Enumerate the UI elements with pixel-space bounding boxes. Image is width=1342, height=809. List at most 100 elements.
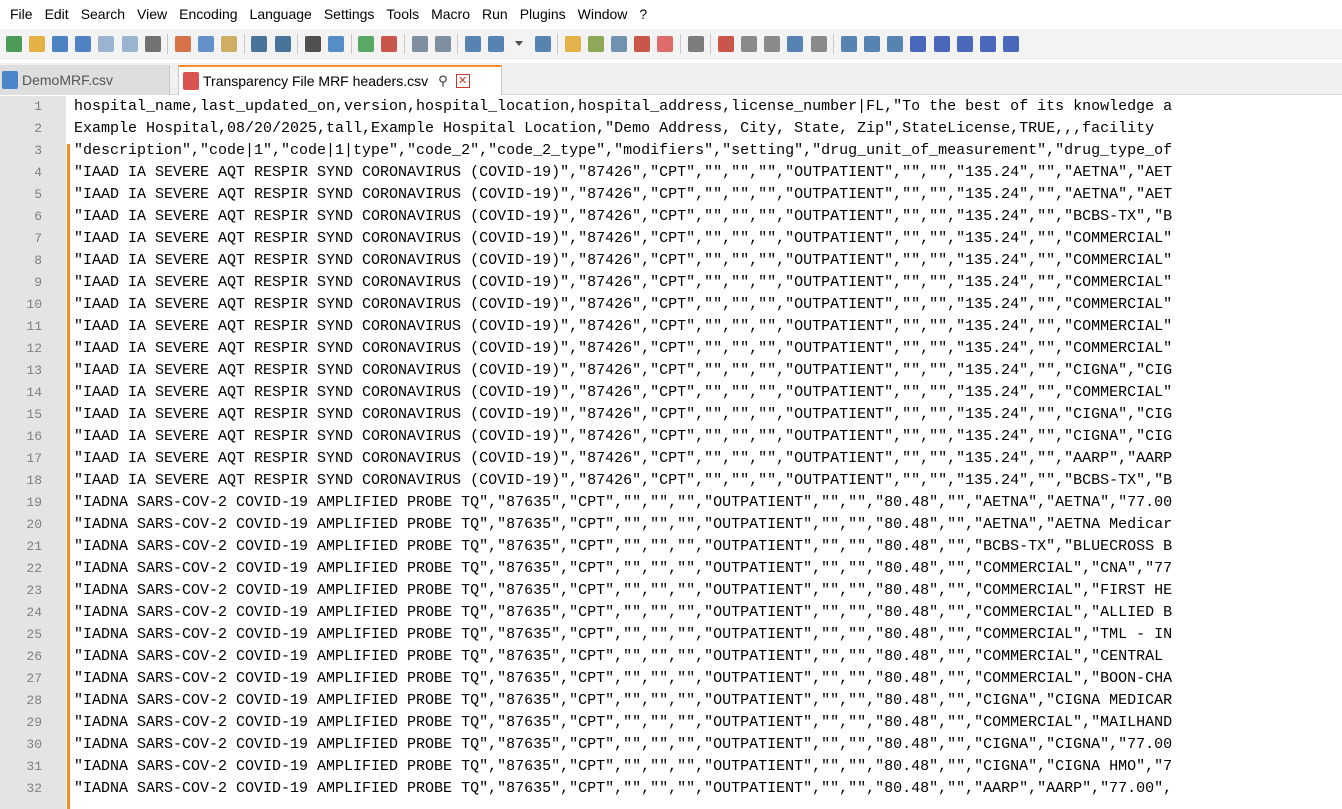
editor-line[interactable]: 11 "IAAD IA SEVERE AQT RESPIR SYND CORONA…	[0, 316, 1342, 338]
editor-line[interactable]: 17 "IAAD IA SEVERE AQT RESPIR SYND CORONA…	[0, 448, 1342, 470]
editor-line[interactable]: 25 "IADNA SARS-COV-2 COVID-19 AMPLIFIED P…	[0, 624, 1342, 646]
menu-plugins[interactable]: Plugins	[514, 0, 572, 28]
copy-button[interactable]	[196, 33, 216, 55]
line-text[interactable]: "IADNA SARS-COV-2 COVID-19 AMPLIFIED PRO…	[74, 734, 1172, 756]
line-text[interactable]: Example Hospital,08/20/2025,tall,Example…	[74, 118, 1154, 140]
menu-encoding[interactable]: Encoding	[173, 0, 243, 28]
new-file-button[interactable]	[4, 33, 24, 55]
pin-icon[interactable]: ⚲	[438, 73, 448, 89]
document-map-button[interactable]	[586, 33, 606, 55]
line-text[interactable]: "description","code|1","code|1|type","co…	[74, 140, 1172, 162]
play-macro-button[interactable]	[762, 33, 782, 55]
editor-area[interactable]: 1 hospital_name,last_updated_on,version,h…	[0, 96, 1342, 809]
editor-line[interactable]: 2 Example Hospital,08/20/2025,tall,Exampl…	[0, 118, 1342, 140]
editor-line[interactable]: 28 "IADNA SARS-COV-2 COVID-19 AMPLIFIED P…	[0, 690, 1342, 712]
up-arrow-button[interactable]	[932, 33, 952, 55]
line-text[interactable]: hospital_name,last_updated_on,version,ho…	[74, 96, 1172, 118]
menu-file[interactable]: File	[4, 0, 39, 28]
line-text[interactable]: "IADNA SARS-COV-2 COVID-19 AMPLIFIED PRO…	[74, 536, 1172, 558]
editor-line[interactable]: 31 "IADNA SARS-COV-2 COVID-19 AMPLIFIED P…	[0, 756, 1342, 778]
line-text[interactable]: "IADNA SARS-COV-2 COVID-19 AMPLIFIED PRO…	[74, 668, 1172, 690]
save-macro-button[interactable]	[809, 33, 829, 55]
line-text[interactable]: "IAAD IA SEVERE AQT RESPIR SYND CORONAVI…	[74, 228, 1172, 250]
user-language-button[interactable]	[563, 33, 583, 55]
line-text[interactable]: "IAAD IA SEVERE AQT RESPIR SYND CORONAVI…	[74, 206, 1172, 228]
cut-button[interactable]	[173, 33, 193, 55]
run-macro-multiple-button[interactable]	[785, 33, 805, 55]
panel-button[interactable]	[1001, 33, 1021, 55]
monitoring-button[interactable]	[686, 33, 706, 55]
editor-line[interactable]: 7 "IAAD IA SEVERE AQT RESPIR SYND CORONAV…	[0, 228, 1342, 250]
redo-button[interactable]	[273, 33, 293, 55]
menu-tools[interactable]: Tools	[380, 0, 425, 28]
menu-language[interactable]: Language	[244, 0, 318, 28]
editor-line[interactable]: 16 "IAAD IA SEVERE AQT RESPIR SYND CORONA…	[0, 426, 1342, 448]
editor-line[interactable]: 21 "IADNA SARS-COV-2 COVID-19 AMPLIFIED P…	[0, 536, 1342, 558]
line-text[interactable]: "IADNA SARS-COV-2 COVID-19 AMPLIFIED PRO…	[74, 690, 1172, 712]
zoom-in-button[interactable]	[356, 33, 376, 55]
editor-line[interactable]: 22 "IADNA SARS-COV-2 COVID-19 AMPLIFIED P…	[0, 558, 1342, 580]
sync-horizontal-button[interactable]	[433, 33, 453, 55]
record-macro-button[interactable]	[716, 33, 736, 55]
line-text[interactable]: "IADNA SARS-COV-2 COVID-19 AMPLIFIED PRO…	[74, 756, 1172, 778]
line-text[interactable]: "IADNA SARS-COV-2 COVID-19 AMPLIFIED PRO…	[74, 514, 1172, 536]
editor-line[interactable]: 32 "IADNA SARS-COV-2 COVID-19 AMPLIFIED P…	[0, 778, 1342, 800]
line-text[interactable]: "IAAD IA SEVERE AQT RESPIR SYND CORONAVI…	[74, 184, 1172, 206]
line-text[interactable]: "IAAD IA SEVERE AQT RESPIR SYND CORONAVI…	[74, 250, 1172, 272]
editor-line[interactable]: 5 "IAAD IA SEVERE AQT RESPIR SYND CORONAV…	[0, 184, 1342, 206]
folder-workspace-button[interactable]	[655, 33, 675, 55]
menu-help[interactable]: ?	[633, 0, 653, 28]
stop-macro-button[interactable]	[739, 33, 759, 55]
close-button[interactable]	[96, 33, 116, 55]
line-text[interactable]: "IADNA SARS-COV-2 COVID-19 AMPLIFIED PRO…	[74, 602, 1172, 624]
tab-transparency-file[interactable]: Transparency File MRF headers.csv ⚲ ✕	[178, 65, 502, 95]
editor-line[interactable]: 12 "IAAD IA SEVERE AQT RESPIR SYND CORONA…	[0, 338, 1342, 360]
line-text[interactable]: "IADNA SARS-COV-2 COVID-19 AMPLIFIED PRO…	[74, 580, 1172, 602]
save-all-button[interactable]	[73, 33, 93, 55]
down-arrow-button[interactable]	[955, 33, 975, 55]
find-button[interactable]	[303, 33, 323, 55]
line-text[interactable]: "IADNA SARS-COV-2 COVID-19 AMPLIFIED PRO…	[74, 646, 1172, 668]
line-text[interactable]: "IADNA SARS-COV-2 COVID-19 AMPLIFIED PRO…	[74, 558, 1172, 580]
menu-run[interactable]: Run	[476, 0, 514, 28]
close-tab-icon[interactable]: ✕	[455, 74, 470, 88]
editor-line[interactable]: 10 "IAAD IA SEVERE AQT RESPIR SYND CORONA…	[0, 294, 1342, 316]
show-all-chars-button[interactable]	[486, 33, 506, 55]
editor-line[interactable]: 26 "IADNA SARS-COV-2 COVID-19 AMPLIFIED P…	[0, 646, 1342, 668]
editor-line[interactable]: 13 "IAAD IA SEVERE AQT RESPIR SYND CORONA…	[0, 360, 1342, 382]
function-list-button[interactable]	[632, 33, 652, 55]
editor-line[interactable]: 20 "IADNA SARS-COV-2 COVID-19 AMPLIFIED P…	[0, 514, 1342, 536]
editor-line[interactable]: 27 "IADNA SARS-COV-2 COVID-19 AMPLIFIED P…	[0, 668, 1342, 690]
editor-line[interactable]: 24 "IADNA SARS-COV-2 COVID-19 AMPLIFIED P…	[0, 602, 1342, 624]
tab-demomrf[interactable]: DemoMRF.csv	[0, 65, 170, 95]
expand-button[interactable]	[978, 33, 998, 55]
line-text[interactable]: "IAAD IA SEVERE AQT RESPIR SYND CORONAVI…	[74, 382, 1172, 404]
undo-button[interactable]	[249, 33, 269, 55]
line-text[interactable]: "IADNA SARS-COV-2 COVID-19 AMPLIFIED PRO…	[74, 778, 1172, 800]
plugin-b-button[interactable]	[862, 33, 882, 55]
line-text[interactable]: "IAAD IA SEVERE AQT RESPIR SYND CORONAVI…	[74, 448, 1172, 470]
plugin-a-button[interactable]	[839, 33, 859, 55]
line-text[interactable]: "IADNA SARS-COV-2 COVID-19 AMPLIFIED PRO…	[74, 624, 1172, 646]
word-wrap-button[interactable]	[463, 33, 483, 55]
save-button[interactable]	[50, 33, 70, 55]
editor-line[interactable]: 15 "IAAD IA SEVERE AQT RESPIR SYND CORONA…	[0, 404, 1342, 426]
indent-guide-button[interactable]	[533, 33, 553, 55]
paste-button[interactable]	[219, 33, 239, 55]
line-text[interactable]: "IAAD IA SEVERE AQT RESPIR SYND CORONAVI…	[74, 338, 1172, 360]
line-text[interactable]: "IAAD IA SEVERE AQT RESPIR SYND CORONAVI…	[74, 272, 1172, 294]
line-text[interactable]: "IAAD IA SEVERE AQT RESPIR SYND CORONAVI…	[74, 294, 1172, 316]
editor-line[interactable]: 29 "IADNA SARS-COV-2 COVID-19 AMPLIFIED P…	[0, 712, 1342, 734]
menu-settings[interactable]: Settings	[318, 0, 381, 28]
line-text[interactable]: "IAAD IA SEVERE AQT RESPIR SYND CORONAVI…	[74, 162, 1172, 184]
replace-button[interactable]	[326, 33, 346, 55]
editor-line[interactable]: 6 "IAAD IA SEVERE AQT RESPIR SYND CORONAV…	[0, 206, 1342, 228]
plugin-c-button[interactable]	[885, 33, 905, 55]
menu-macro[interactable]: Macro	[425, 0, 476, 28]
menu-edit[interactable]: Edit	[39, 0, 75, 28]
line-text[interactable]: "IADNA SARS-COV-2 COVID-19 AMPLIFIED PRO…	[74, 492, 1172, 514]
menu-window[interactable]: Window	[572, 0, 634, 28]
line-text[interactable]: "IADNA SARS-COV-2 COVID-19 AMPLIFIED PRO…	[74, 712, 1172, 734]
editor-line[interactable]: 8 "IAAD IA SEVERE AQT RESPIR SYND CORONAV…	[0, 250, 1342, 272]
dropdown-button[interactable]	[509, 33, 529, 55]
